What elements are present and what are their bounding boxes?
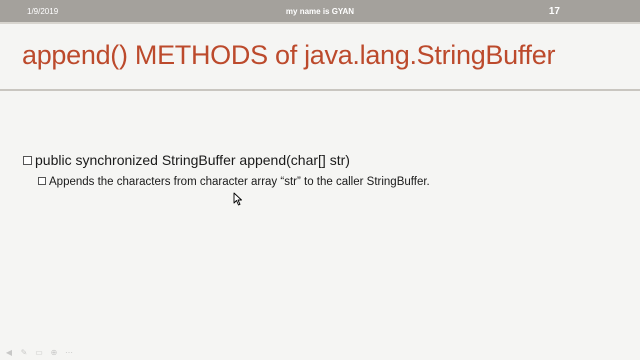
header-center-text: my name is GYAN xyxy=(285,7,355,16)
square-bullet-icon xyxy=(38,177,46,185)
more-icon[interactable]: ⋯ xyxy=(63,348,75,357)
previous-icon[interactable]: ◀ xyxy=(3,348,15,357)
mouse-pointer-icon xyxy=(233,192,242,206)
header-divider xyxy=(0,22,640,24)
pen-icon[interactable]: ✎ xyxy=(18,348,30,357)
bullet-item-level2: Appends the characters from character ar… xyxy=(38,176,430,188)
slide-header-bar: 1/9/2019 my name is GYAN 17 xyxy=(0,0,640,22)
bullet-text: public synchronized StringBuffer append(… xyxy=(35,152,350,168)
bullet-text: Appends the characters from character ar… xyxy=(49,176,430,188)
slide-title: append() METHODS of java.lang.StringBuff… xyxy=(22,40,556,70)
slide: 1/9/2019 my name is GYAN 17 append() MET… xyxy=(0,0,640,360)
zoom-icon[interactable]: ⊕ xyxy=(48,348,60,357)
bullet-item-level1: public synchronized StringBuffer append(… xyxy=(23,152,350,168)
slides-icon[interactable]: ▭ xyxy=(33,348,45,357)
square-bullet-icon xyxy=(23,156,32,165)
slideshow-toolbar: ◀ ✎ ▭ ⊕ ⋯ xyxy=(3,348,75,357)
header-page-number: 17 xyxy=(548,6,560,17)
title-divider xyxy=(0,89,640,91)
